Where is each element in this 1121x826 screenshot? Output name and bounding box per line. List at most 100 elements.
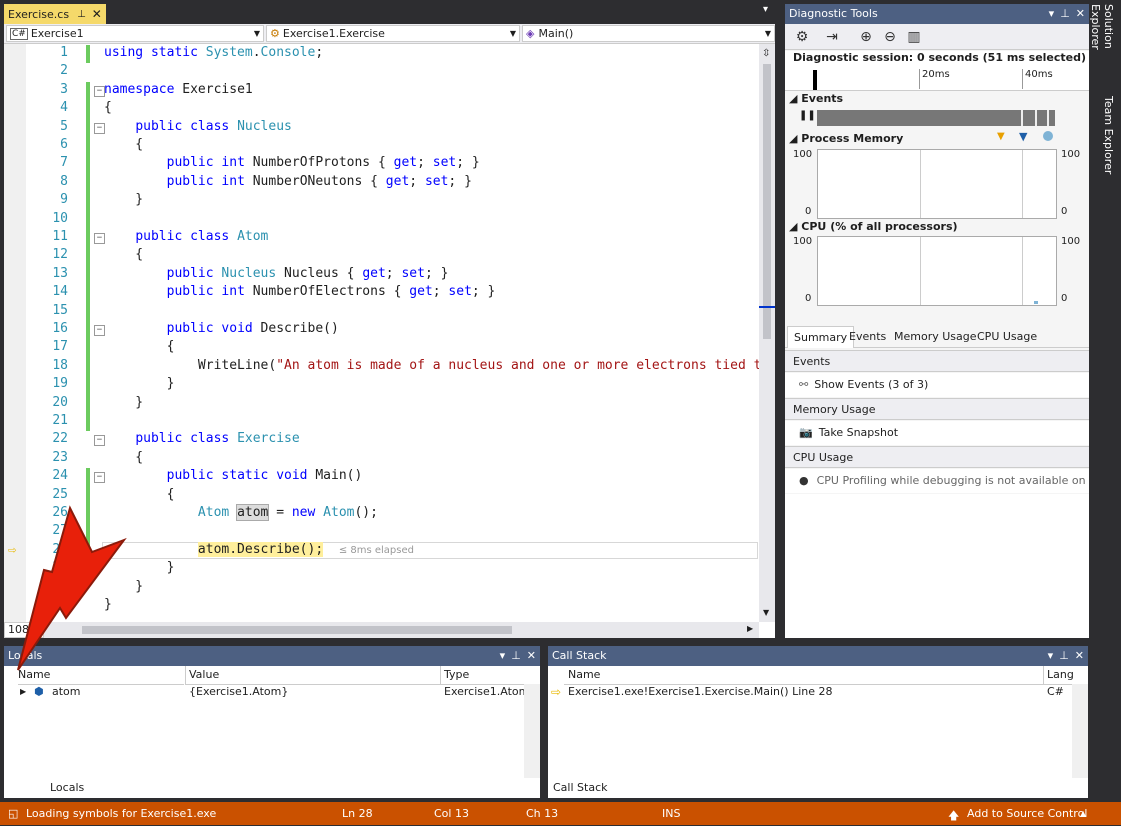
process-memory-section-title[interactable]: ◢ Process Memory	[789, 132, 903, 145]
tab-call-stack[interactable]: Call Stack	[548, 778, 613, 798]
code-line[interactable]: 15	[4, 302, 759, 321]
scrollbar-thumb[interactable]	[82, 626, 512, 634]
chevron-right-icon[interactable]: ▶	[747, 624, 753, 633]
code-line[interactable]: 24− public static void Main()	[4, 468, 759, 487]
zoom-out-icon[interactable]: ⊖	[881, 28, 899, 46]
code-line[interactable]: 11− public class Atom	[4, 229, 759, 248]
zoom-in-icon[interactable]: ⊕	[857, 28, 875, 46]
tab-breakpoints[interactable]: Breakpoints	[605, 778, 681, 798]
editor-horizontal-scrollbar[interactable]: ▶	[44, 622, 759, 638]
zoom-level[interactable]: 108 %	[4, 622, 44, 638]
chevron-up-icon[interactable]: ▲	[1080, 809, 1086, 818]
tab-immediate-window[interactable]: Immediate Window	[874, 778, 990, 798]
code-line[interactable]: 7 public int NumberOfProtons { get; set;…	[4, 155, 759, 174]
pause-icon[interactable]: ❚❚	[799, 110, 816, 121]
pin-icon[interactable]: ⊥	[511, 649, 521, 662]
code-line[interactable]: 3− namespace Exercise1	[4, 81, 759, 101]
editor-vertical-scrollbar[interactable]: ⇳ ▼	[759, 44, 775, 622]
pin-icon[interactable]: ⊥	[1059, 649, 1069, 662]
expand-arrow-icon[interactable]: ▶	[20, 684, 26, 700]
table-row[interactable]: ▶ ⬢ atom {Exercise1.Atom} Exercise1.Atom	[4, 684, 529, 700]
code-line[interactable]: 28 atom.Describe(); ≤ 8ms elapsed ⇨	[4, 541, 759, 561]
tab-summary[interactable]: Summary	[787, 326, 855, 348]
tab-watch-1[interactable]: Watch 1	[86, 778, 141, 798]
tab-command-window[interactable]: Command Window	[774, 778, 887, 798]
code-line[interactable]: 31}	[4, 597, 759, 615]
code-line[interactable]: 5− public class Nucleus	[4, 118, 759, 137]
scrollbar-thumb[interactable]	[763, 64, 771, 339]
code-line[interactable]: 14 public int NumberOfElectrons { get; s…	[4, 284, 759, 303]
close-icon[interactable]: ✕	[92, 7, 102, 21]
chevron-down-icon[interactable]: ▾	[1049, 7, 1055, 20]
code-line[interactable]: 4{	[4, 100, 759, 119]
document-tab-exercise-cs[interactable]: Exercise.cs ⊥ ✕	[4, 4, 106, 24]
events-section-title[interactable]: ◢ Events	[789, 92, 843, 105]
code-line[interactable]: 9 }	[4, 192, 759, 211]
tab-locals[interactable]: Locals	[45, 778, 90, 798]
events-timeline-bar	[817, 110, 1055, 126]
code-line[interactable]: 18 WriteLine("An atom is made of a nucle…	[4, 357, 775, 377]
split-icon[interactable]: ⇳	[762, 48, 770, 59]
chart-settings-icon[interactable]: ▥	[905, 28, 923, 46]
method-dropdown[interactable]: ◈ Main() ▼	[522, 25, 775, 42]
code-line[interactable]: 26 Atom atom = new Atom();	[4, 504, 759, 524]
close-icon[interactable]: ✕	[527, 649, 536, 662]
code-line[interactable]: 6 {	[4, 137, 759, 156]
events-group-header: Events	[785, 350, 1089, 372]
code-line[interactable]: 1 using static System.Console;	[4, 45, 759, 64]
project-dropdown[interactable]: C# Exercise1 ▼	[6, 25, 264, 42]
class-dropdown[interactable]: ⚙ Exercise1.Exercise ▼	[266, 25, 520, 42]
table-row[interactable]: ⇨ Exercise1.exe!Exercise1.Exercise.Main(…	[548, 684, 1072, 700]
chevron-down-icon[interactable]: ▾	[500, 649, 506, 662]
locals-scrollbar[interactable]	[524, 684, 540, 778]
tab-exception-settings[interactable]: Exception Settings	[673, 778, 786, 798]
column-header-name[interactable]: Name	[564, 666, 1046, 685]
pin-icon[interactable]: ⊥	[1060, 7, 1070, 20]
code-line[interactable]: 12 {	[4, 247, 759, 266]
chevron-down-icon[interactable]: ▾	[763, 4, 768, 15]
column-header-name[interactable]: Name	[18, 666, 184, 685]
solution-explorer-tab[interactable]: Solution Explorer	[1089, 4, 1115, 88]
cpu-section-title[interactable]: ◢ CPU (% of all processors)	[789, 220, 958, 233]
code-line[interactable]: 19 }	[4, 376, 759, 395]
code-line[interactable]: 30 }	[4, 579, 759, 597]
code-line[interactable]: 25 {	[4, 486, 759, 505]
code-line[interactable]: 23 {	[4, 450, 759, 468]
code-line[interactable]: 21	[4, 413, 759, 432]
method-dropdown-value: Main()	[538, 27, 574, 40]
code-line[interactable]: 10	[4, 210, 759, 229]
close-icon[interactable]: ✕	[1075, 649, 1084, 662]
settings-gear-icon[interactable]: ⚙	[793, 28, 811, 46]
column-header-language[interactable]: Lang	[1043, 666, 1075, 685]
chevron-down-icon[interactable]: ▼	[763, 608, 769, 617]
call-stack-scrollbar[interactable]	[1072, 684, 1088, 778]
column-header-type[interactable]: Type	[440, 666, 528, 685]
code-line[interactable]: 8 public int NumberONeutons { get; set; …	[4, 173, 759, 193]
code-editor[interactable]: 1 using static System.Console; 2 3− namespac…	[4, 44, 775, 638]
close-icon[interactable]: ✕	[1076, 7, 1085, 20]
take-snapshot-button[interactable]: 📷 Take Snapshot	[785, 421, 1089, 445]
column-header-value[interactable]: Value	[185, 666, 443, 685]
add-to-source-control-button[interactable]: Add to Source Control	[967, 807, 1087, 820]
show-events-link[interactable]: ⚯ Show Events (3 of 3)	[785, 373, 1089, 397]
tab-memory-usage[interactable]: Memory Usage	[894, 330, 977, 343]
tab-cpu-usage[interactable]: CPU Usage	[977, 330, 1037, 343]
timeline-ruler[interactable]: 20ms 40ms	[785, 67, 1089, 91]
chevron-down-icon[interactable]: ▾	[1048, 649, 1054, 662]
tab-events[interactable]: Events	[849, 330, 886, 343]
instruction-pointer-icon[interactable]: ⇨	[8, 542, 16, 558]
code-line[interactable]: 16− public void Describe()	[4, 321, 759, 340]
code-line[interactable]: 29 }	[4, 560, 759, 578]
code-line[interactable]: 17 {	[4, 339, 759, 358]
code-line[interactable]: 22− public class Exercise	[4, 431, 759, 449]
status-ins[interactable]: INS	[662, 807, 680, 820]
tab-output[interactable]: Output	[977, 778, 1025, 798]
team-explorer-tab[interactable]: Team Explorer	[1095, 96, 1115, 176]
code-line[interactable]: 20 }	[4, 394, 759, 413]
tab-autos[interactable]: Autos	[4, 778, 45, 798]
code-line[interactable]: 2	[4, 63, 759, 81]
export-icon[interactable]: ⇥	[823, 28, 841, 46]
pin-icon[interactable]: ⊥	[77, 9, 86, 20]
code-line[interactable]: 13 public Nucleus Nucleus { get; set; }	[4, 265, 759, 285]
code-line[interactable]: 27	[4, 523, 759, 542]
